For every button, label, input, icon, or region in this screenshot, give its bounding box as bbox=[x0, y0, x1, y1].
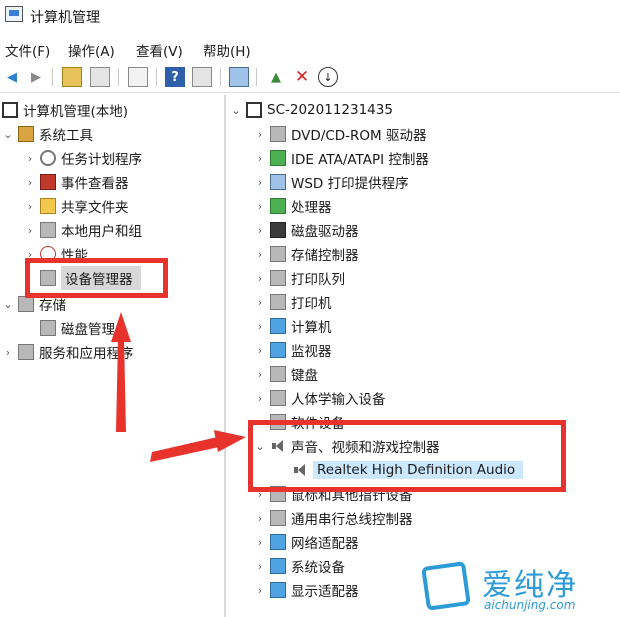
arrow-up-shaft bbox=[116, 338, 126, 432]
watermark: 爱纯净 aichunjing.com bbox=[420, 556, 620, 617]
annotation-arrows bbox=[111, 312, 246, 462]
arrow-up-head bbox=[111, 312, 131, 342]
watermark-logo-icon bbox=[421, 561, 471, 611]
arrow-right-head bbox=[214, 430, 246, 452]
arrow-right-shaft bbox=[150, 436, 224, 462]
watermark-url: aichunjing.com bbox=[484, 598, 576, 612]
